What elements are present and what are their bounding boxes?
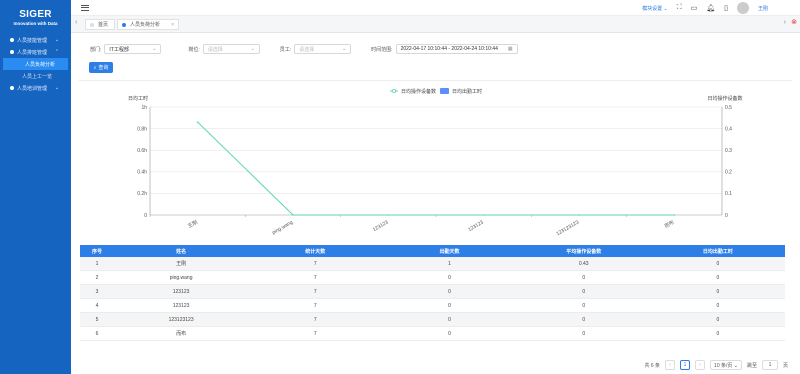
series-line bbox=[197, 121, 675, 216]
table-cell: 0 bbox=[716, 302, 720, 309]
goto-label: 跳至 bbox=[746, 362, 757, 369]
table-cell: 7 bbox=[313, 330, 317, 337]
table-row: 1 王刚 7 1 0.43 0 bbox=[80, 257, 785, 271]
table-cell: 7 bbox=[313, 288, 317, 295]
column-header[interactable]: 统计天数 bbox=[248, 245, 382, 257]
data-point bbox=[196, 121, 199, 123]
table-cell: 7 bbox=[313, 302, 317, 309]
table-cell: 0 bbox=[448, 288, 451, 295]
column-header[interactable]: 姓名 bbox=[114, 245, 248, 257]
table-cell: 0 bbox=[716, 316, 720, 323]
table-cell: ping.wang bbox=[169, 274, 193, 281]
table-cell: 7 bbox=[313, 316, 317, 323]
table-cell: 王刚 bbox=[176, 261, 187, 267]
table-cell: 0 bbox=[582, 288, 586, 295]
prev-page-button[interactable]: ‹ bbox=[665, 360, 676, 370]
table-cell: 2 bbox=[95, 274, 99, 281]
next-page-button[interactable]: › bbox=[695, 360, 706, 370]
y-right-tick: 0.1 bbox=[725, 191, 732, 197]
table-cell: 0 bbox=[582, 316, 586, 323]
table-row: 3 123123 7 0 0 0 bbox=[80, 285, 785, 299]
table-cell: 0.43 bbox=[578, 260, 589, 267]
x-tick-label: 123123 bbox=[372, 219, 390, 233]
y-left-tick: 0 bbox=[144, 213, 147, 219]
column-header[interactable]: 平均操作设备数 bbox=[517, 245, 651, 257]
y-right-tick: 0.3 bbox=[725, 148, 732, 154]
data-point bbox=[292, 214, 294, 216]
pagination: 共 6 条 ‹ 1 › 10 条/页 ⌄ 跳至 1 页 bbox=[644, 360, 788, 370]
table-cell: 0 bbox=[716, 330, 720, 337]
table-cell: 1 bbox=[95, 260, 99, 267]
column-header[interactable]: 日均出勤工时 bbox=[651, 245, 785, 257]
y-left-tick: 0.2h bbox=[137, 191, 147, 197]
table-cell: 0 bbox=[582, 330, 586, 337]
y-right-tick: 0.4 bbox=[725, 126, 732, 132]
table-cell: 123123123 bbox=[168, 316, 194, 323]
x-tick-label: 王刚 bbox=[186, 219, 198, 230]
load-chart: 0 0 0.2h 0.1 0.4h 0.2 0.6h 0.3 0.8h 0.4 1h 0.5 日均工时 日… bbox=[128, 88, 743, 237]
data-point bbox=[482, 214, 485, 216]
load-table: 序号 姓名 统计天数 出勤天数 平均操作设备数 日均出勤工时 1 王刚 7 1 0.43 0 2 pin… bbox=[80, 245, 785, 341]
table-row: 5 123123123 7 0 0 0 bbox=[80, 313, 785, 327]
y-right-label: 日均操作设备数 bbox=[707, 95, 742, 102]
y-left-tick: 1h bbox=[141, 105, 147, 111]
y-right-tick: 0 bbox=[725, 213, 728, 219]
legend-bar-swatch bbox=[440, 88, 449, 94]
table-row: 2 ping.wang 7 0 0 0 bbox=[80, 271, 785, 285]
table-cell: 1 bbox=[448, 260, 451, 267]
y-left-tick: 0.6h bbox=[137, 148, 147, 154]
x-tick-label: 123123 bbox=[467, 219, 485, 233]
x-tick-label: 而布 bbox=[663, 219, 675, 230]
table-cell: 0 bbox=[716, 288, 720, 295]
table-cell: 4 bbox=[95, 302, 99, 309]
table-cell: 6 bbox=[95, 330, 99, 337]
column-header[interactable]: 序号 bbox=[80, 245, 114, 257]
table-body: 1 王刚 7 1 0.43 0 2 ping.wang 7 0 0 0 3 123123 7 0 0 0 4 1231… bbox=[80, 257, 785, 341]
table-cell: 0 bbox=[448, 330, 451, 337]
table-cell: 123123 bbox=[172, 302, 190, 309]
table-cell: 7 bbox=[313, 274, 317, 281]
table-cell: 0 bbox=[448, 274, 451, 281]
table-cell: 0 bbox=[716, 260, 720, 267]
y-left-label: 日均工时 bbox=[128, 95, 148, 102]
y-right-tick: 0.2 bbox=[725, 170, 732, 176]
table-header: 序号 姓名 统计天数 出勤天数 平均操作设备数 日均出勤工时 bbox=[80, 245, 785, 257]
legend-label: 日均出勤工时 bbox=[452, 88, 482, 95]
table-cell: 7 bbox=[313, 260, 317, 267]
table-cell: 5 bbox=[95, 316, 99, 323]
page-size-select[interactable]: 10 条/页 ⌄ bbox=[710, 360, 742, 370]
legend-line-marker bbox=[391, 89, 396, 94]
table-cell: 123123 bbox=[172, 288, 190, 295]
x-tick-label: 123123123 bbox=[555, 219, 580, 237]
column-header[interactable]: 出勤天数 bbox=[382, 245, 516, 257]
data-point bbox=[578, 214, 580, 216]
x-tick-label: ping.wang bbox=[271, 219, 294, 236]
table-cell: 0 bbox=[582, 302, 586, 309]
table-cell: 0 bbox=[716, 274, 720, 281]
table-cell: 0 bbox=[448, 302, 451, 309]
legend-label: 日均操作设备数 bbox=[401, 88, 436, 95]
y-left-tick: 0.8h bbox=[137, 126, 147, 132]
total-count: 共 6 条 bbox=[644, 362, 661, 369]
data-point bbox=[387, 214, 390, 216]
table-cell: 而布 bbox=[176, 331, 187, 337]
goto-page-input[interactable]: 1 bbox=[761, 360, 778, 370]
table-cell: 3 bbox=[95, 288, 99, 295]
table-row: 6 而布 7 0 0 0 bbox=[80, 327, 785, 341]
table-row: 4 123123 7 0 0 0 bbox=[80, 299, 785, 313]
y-right-tick: 0.5 bbox=[725, 105, 732, 111]
table-cell: 0 bbox=[582, 274, 586, 281]
y-left-tick: 0.4h bbox=[137, 170, 147, 176]
data-point bbox=[673, 214, 676, 216]
current-page-button[interactable]: 1 bbox=[680, 360, 691, 370]
page-unit-label: 页 bbox=[782, 362, 788, 369]
table-cell: 0 bbox=[448, 316, 451, 323]
